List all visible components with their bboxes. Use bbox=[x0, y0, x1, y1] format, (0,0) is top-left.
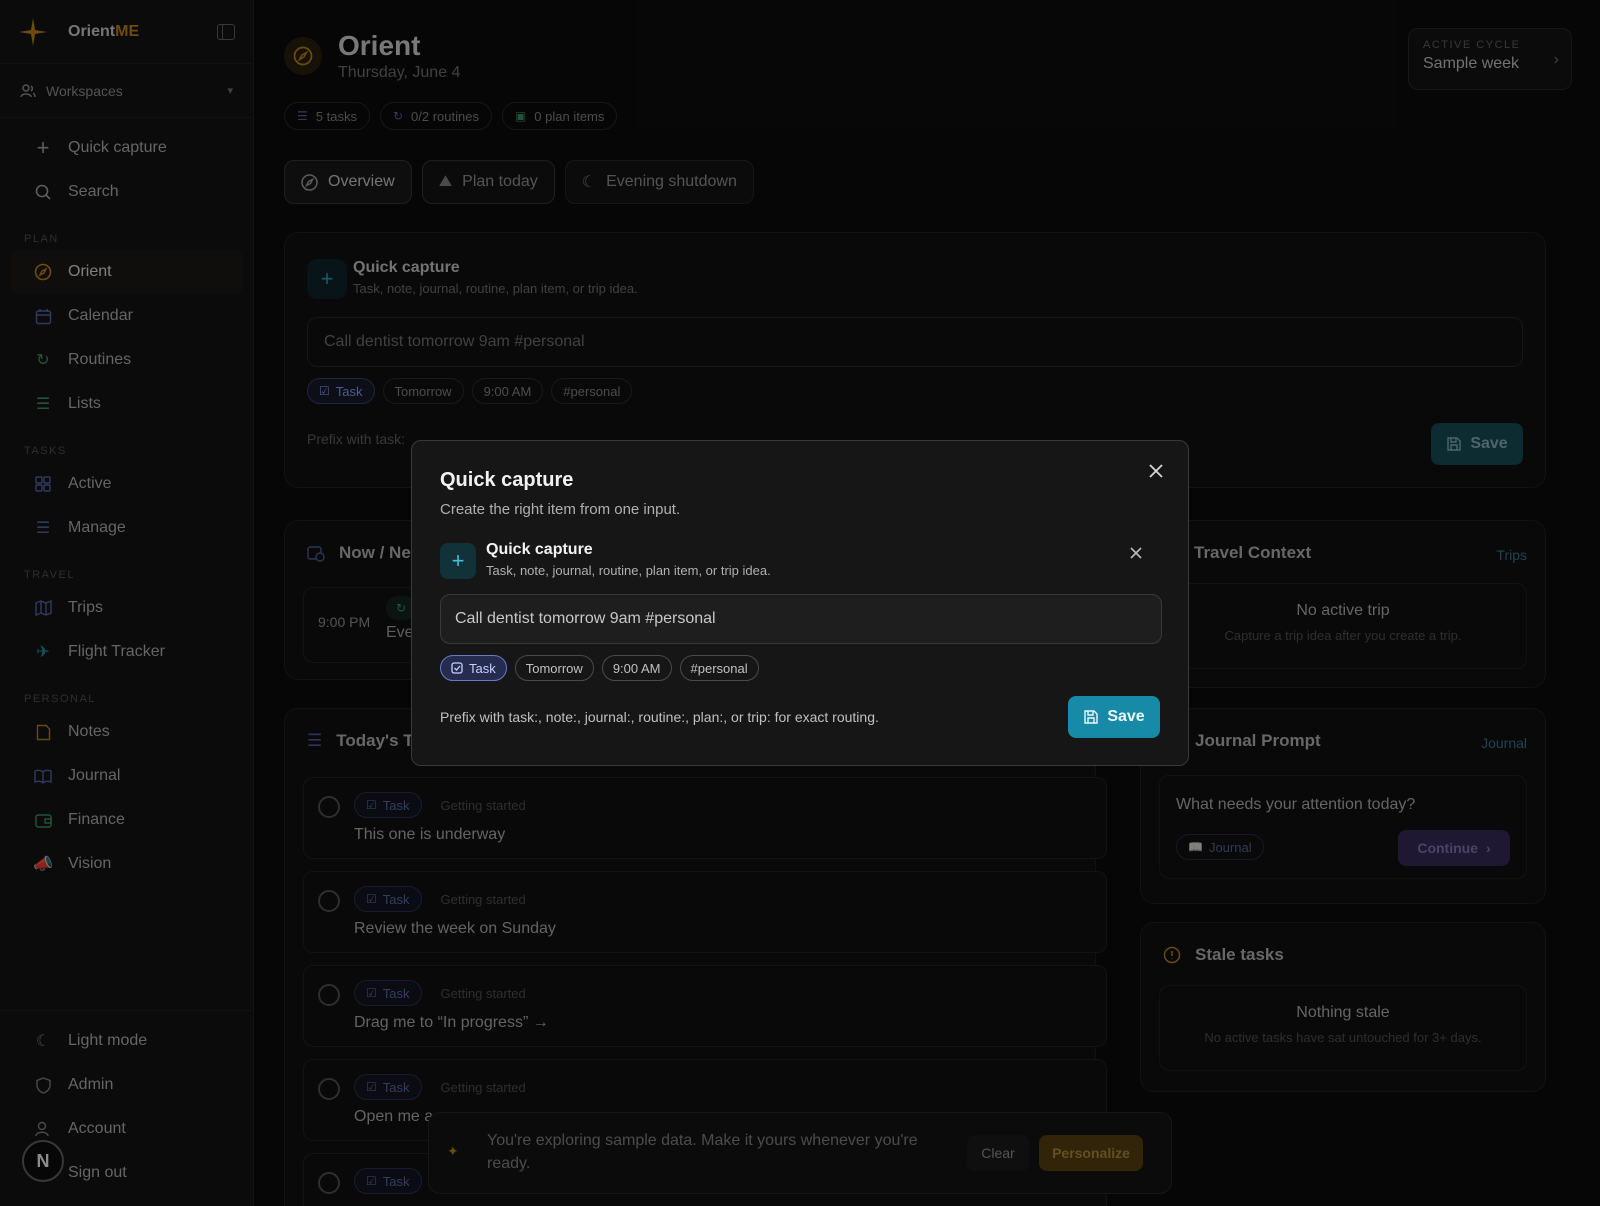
modal-capture-title: Quick capture bbox=[486, 541, 593, 558]
chip-time[interactable]: 9:00 AM bbox=[601, 655, 672, 681]
modal-title: Quick capture bbox=[440, 469, 574, 491]
modal-capture-subtitle: Task, note, journal, routine, plan item,… bbox=[486, 563, 771, 578]
checkbox-icon bbox=[451, 662, 463, 674]
save-button[interactable]: Save bbox=[1068, 696, 1160, 738]
quick-capture-modal: Quick capture Create the right item from… bbox=[411, 440, 1189, 766]
chip-label: Task bbox=[469, 660, 496, 676]
dismiss-icon[interactable] bbox=[1130, 547, 1142, 559]
prefix-hint: Prefix with task:, note:, journal:, rout… bbox=[440, 709, 879, 725]
app: OrientME Workspaces ▾ + Quick capture Se… bbox=[0, 0, 1600, 1206]
modal-capture-header: + Quick capture Task, note, journal, rou… bbox=[440, 541, 771, 579]
chip-task[interactable]: Task bbox=[440, 655, 507, 681]
close-icon[interactable] bbox=[1144, 459, 1168, 483]
parsed-chips: Task Tomorrow 9:00 AM #personal bbox=[440, 655, 759, 681]
modal-subtitle: Create the right item from one input. bbox=[440, 501, 681, 518]
save-icon bbox=[1083, 709, 1099, 725]
chip-date[interactable]: Tomorrow bbox=[514, 655, 594, 681]
save-label: Save bbox=[1107, 708, 1145, 725]
plus-icon: + bbox=[440, 543, 476, 579]
quick-capture-input[interactable]: Call dentist tomorrow 9am #personal bbox=[440, 594, 1162, 644]
chip-tag[interactable]: #personal bbox=[679, 655, 759, 681]
